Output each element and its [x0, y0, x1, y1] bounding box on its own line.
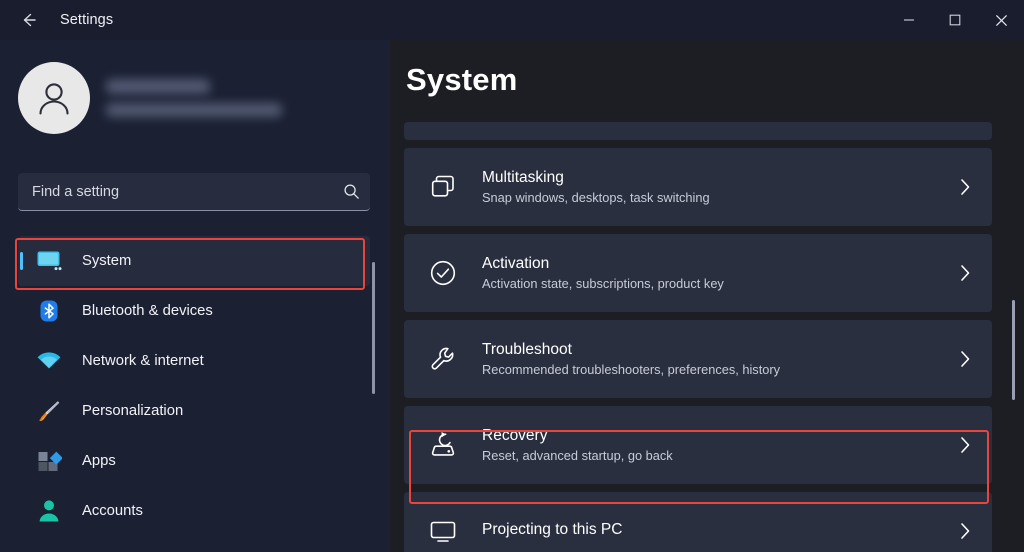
maximize-button[interactable]: [932, 0, 978, 40]
settings-window: Settings Find a setting System Bluetooth…: [0, 0, 1024, 552]
chevron-right-icon[interactable]: [938, 435, 992, 455]
recovery-drive-icon: [426, 428, 460, 462]
avatar: [18, 62, 90, 134]
sidebar-item-label: Apps: [82, 453, 116, 469]
projecting-icon: [426, 514, 460, 548]
chevron-right-icon[interactable]: [938, 177, 992, 197]
card-text: Activation Activation state, subscriptio…: [482, 255, 938, 291]
monitor-icon: [34, 248, 64, 274]
sidebar: System Bluetooth & devices: [0, 40, 390, 552]
close-icon: [995, 14, 1008, 27]
paintbrush-icon: [34, 398, 64, 424]
search-input[interactable]: [18, 183, 332, 200]
card-text: Recovery Reset, advanced startup, go bac…: [482, 427, 938, 463]
page-title: System: [406, 62, 518, 97]
back-arrow-icon: [19, 10, 39, 30]
minimize-button[interactable]: [886, 0, 932, 40]
sidebar-nav: System Bluetooth & devices Network & int…: [0, 236, 390, 536]
card-troubleshoot[interactable]: Troubleshoot Recommended troubleshooters…: [404, 320, 992, 398]
partial-card-top[interactable]: [404, 122, 992, 140]
sidebar-item-bluetooth-devices[interactable]: Bluetooth & devices: [18, 286, 370, 336]
sidebar-item-apps[interactable]: Apps: [18, 436, 370, 486]
wrench-icon: [426, 342, 460, 376]
back-button[interactable]: [12, 3, 46, 37]
sidebar-item-network-internet[interactable]: Network & internet: [18, 336, 370, 386]
bluetooth-icon: [34, 298, 64, 324]
multitasking-icon: [426, 170, 460, 204]
card-title: Activation: [482, 255, 550, 272]
card-multitasking[interactable]: Multitasking Snap windows, desktops, tas…: [404, 148, 992, 226]
card-subtitle: Activation state, subscriptions, product…: [482, 276, 724, 291]
main-scrollbar[interactable]: [1012, 300, 1015, 400]
selection-indicator: [20, 252, 23, 270]
main-content: System Multitasking Snap windows, deskto…: [390, 40, 1024, 552]
search-icon[interactable]: [332, 183, 370, 200]
sidebar-item-personalization[interactable]: Personalization: [18, 386, 370, 436]
window-title: Settings: [60, 12, 114, 28]
account-email-redacted: [106, 103, 282, 117]
window-controls: [886, 0, 1024, 40]
sidebar-item-accounts[interactable]: Accounts: [18, 486, 370, 536]
chevron-right-icon[interactable]: [938, 349, 992, 369]
sidebar-item-label: Accounts: [82, 503, 143, 519]
card-text: Troubleshoot Recommended troubleshooters…: [482, 341, 938, 377]
card-text: Multitasking Snap windows, desktops, tas…: [482, 169, 938, 205]
maximize-icon: [949, 14, 961, 26]
card-projecting-to-this-pc[interactable]: Projecting to this PC: [404, 492, 992, 552]
card-subtitle: Recommended troubleshooters, preferences…: [482, 362, 781, 377]
search-box[interactable]: [18, 173, 370, 211]
account-profile[interactable]: [18, 62, 282, 134]
user-avatar-icon: [39, 83, 69, 115]
settings-card-list: Multitasking Snap windows, desktops, tas…: [404, 122, 992, 552]
card-title: Recovery: [482, 427, 548, 444]
person-icon: [34, 498, 64, 524]
card-title: Projecting to this PC: [482, 520, 623, 538]
chevron-right-icon[interactable]: [938, 521, 992, 541]
check-circle-icon: [426, 256, 460, 290]
card-recovery[interactable]: Recovery Reset, advanced startup, go bac…: [404, 406, 992, 484]
sidebar-item-system[interactable]: System: [18, 236, 370, 286]
card-subtitle: Reset, advanced startup, go back: [482, 448, 673, 463]
apps-icon: [34, 448, 64, 474]
minimize-icon: [903, 14, 915, 26]
sidebar-item-label: Network & internet: [82, 353, 204, 369]
account-text: [106, 79, 282, 117]
sidebar-scrollbar[interactable]: [372, 262, 375, 394]
card-title: Troubleshoot: [482, 341, 572, 358]
chevron-right-icon[interactable]: [938, 263, 992, 283]
sidebar-item-label: System: [82, 253, 132, 269]
card-text: Projecting to this PC: [482, 521, 938, 542]
account-name-redacted: [106, 79, 210, 94]
card-title: Multitasking: [482, 169, 564, 186]
title-bar: Settings: [0, 0, 1024, 40]
card-subtitle: Snap windows, desktops, task switching: [482, 190, 710, 205]
sidebar-item-label: Bluetooth & devices: [82, 303, 213, 319]
card-activation[interactable]: Activation Activation state, subscriptio…: [404, 234, 992, 312]
close-button[interactable]: [978, 0, 1024, 40]
sidebar-item-label: Personalization: [82, 403, 184, 419]
wifi-icon: [34, 348, 64, 374]
